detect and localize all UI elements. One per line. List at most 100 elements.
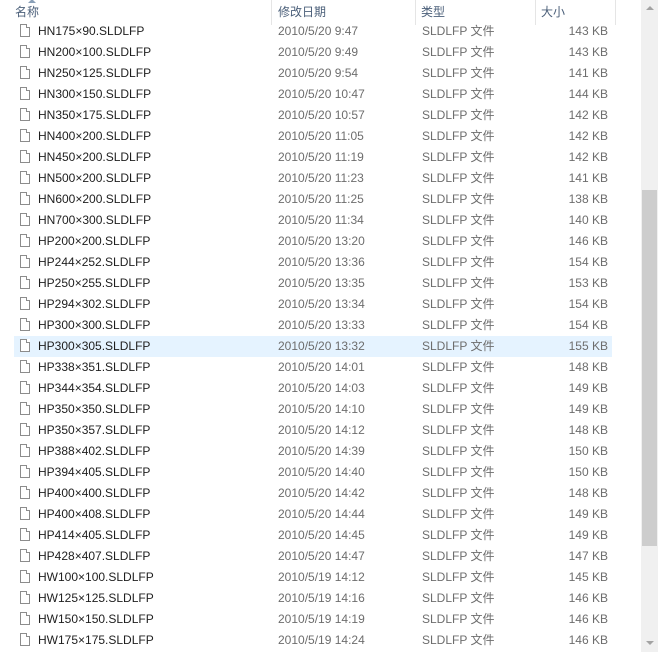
file-size: 154 KB	[568, 318, 608, 332]
file-row[interactable]: HW175×175.SLDLFP 2010/5/19 14:24 SLDLFP 文件…	[14, 630, 612, 651]
file-row[interactable]: HN200×100.SLDLFP 2010/5/20 9:49 SLDLFP 文件 1…	[14, 42, 612, 63]
file-row[interactable]: HP414×405.SLDLFP 2010/5/20 14:45 SLDLFP 文件…	[14, 525, 612, 546]
file-row[interactable]: HN300×150.SLDLFP 2010/5/20 10:47 SLDLFP 文件…	[14, 84, 612, 105]
file-date-modified: 2010/5/19 14:12	[278, 570, 365, 584]
file-name: HP414×405.SLDLFP	[38, 528, 151, 542]
file-row[interactable]: HN250×125.SLDLFP 2010/5/20 9:54 SLDLFP 文件 1…	[14, 63, 612, 84]
file-icon	[20, 45, 30, 58]
file-type: SLDLFP 文件	[422, 528, 495, 542]
file-type: SLDLFP 文件	[422, 45, 495, 59]
file-row[interactable]: HP300×300.SLDLFP 2010/5/20 13:33 SLDLFP 文件…	[14, 315, 612, 336]
file-row[interactable]: HP250×255.SLDLFP 2010/5/20 13:35 SLDLFP 文件…	[14, 273, 612, 294]
file-type: SLDLFP 文件	[422, 507, 495, 521]
scroll-down-arrow-icon[interactable]	[641, 635, 658, 652]
file-type: SLDLFP 文件	[422, 87, 495, 101]
file-icon	[20, 234, 30, 247]
file-row[interactable]: HP200×200.SLDLFP 2010/5/20 13:20 SLDLFP 文件…	[14, 231, 612, 252]
file-icon	[20, 276, 30, 289]
file-size: 145 KB	[568, 570, 608, 584]
file-icon	[20, 591, 30, 604]
file-row[interactable]: HP244×252.SLDLFP 2010/5/20 13:36 SLDLFP 文件…	[14, 252, 612, 273]
file-name: HW125×125.SLDLFP	[38, 591, 154, 605]
file-row[interactable]: HP344×354.SLDLFP 2010/5/20 14:03 SLDLFP 文件…	[14, 378, 612, 399]
file-row[interactable]: HP338×351.SLDLFP 2010/5/20 14:01 SLDLFP 文件…	[14, 357, 612, 378]
file-name: HN350×175.SLDLFP	[38, 108, 152, 122]
file-size: 155 KB	[568, 339, 608, 353]
file-type: SLDLFP 文件	[422, 24, 495, 38]
column-divider[interactable]	[615, 0, 616, 25]
file-row[interactable]: HN350×175.SLDLFP 2010/5/20 10:57 SLDLFP 文件…	[14, 105, 612, 126]
file-icon	[20, 339, 30, 352]
file-row[interactable]: HP350×357.SLDLFP 2010/5/20 14:12 SLDLFP 文件…	[14, 420, 612, 441]
file-size: 142 KB	[568, 108, 608, 122]
file-type: SLDLFP 文件	[422, 633, 495, 647]
vertical-scrollbar[interactable]	[641, 0, 658, 652]
file-row[interactable]: HP300×305.SLDLFP 2010/5/20 13:32 SLDLFP 文件…	[14, 336, 612, 357]
file-date-modified: 2010/5/20 11:25	[278, 192, 364, 206]
file-date-modified: 2010/5/20 11:05	[278, 129, 364, 143]
file-type: SLDLFP 文件	[422, 423, 495, 437]
file-type: SLDLFP 文件	[422, 213, 495, 227]
file-date-modified: 2010/5/20 9:47	[278, 24, 359, 38]
file-type: SLDLFP 文件	[422, 276, 495, 290]
file-icon	[20, 528, 30, 541]
file-size: 146 KB	[568, 612, 608, 626]
file-size: 148 KB	[568, 486, 608, 500]
file-row[interactable]: HN175×90.SLDLFP 2010/5/20 9:47 SLDLFP 文件 14…	[14, 21, 612, 42]
file-type: SLDLFP 文件	[422, 570, 495, 584]
file-row[interactable]: HP400×400.SLDLFP 2010/5/20 14:42 SLDLFP 文件…	[14, 483, 612, 504]
file-name: HP400×400.SLDLFP	[38, 486, 151, 500]
file-type: SLDLFP 文件	[422, 129, 495, 143]
file-icon	[20, 360, 30, 373]
file-name: HW150×150.SLDLFP	[38, 612, 154, 626]
file-type: SLDLFP 文件	[422, 66, 495, 80]
file-row[interactable]: HN450×200.SLDLFP 2010/5/20 11:19 SLDLFP 文件…	[14, 147, 612, 168]
file-size: 146 KB	[568, 633, 608, 647]
file-name: HN250×125.SLDLFP	[38, 66, 152, 80]
file-row[interactable]: HP428×407.SLDLFP 2010/5/20 14:47 SLDLFP 文件…	[14, 546, 612, 567]
file-type: SLDLFP 文件	[422, 297, 495, 311]
file-date-modified: 2010/5/19 14:16	[278, 591, 365, 605]
file-name: HN175×90.SLDLFP	[38, 24, 145, 38]
file-type: SLDLFP 文件	[422, 360, 495, 374]
file-icon	[20, 255, 30, 268]
file-row[interactable]: HP400×408.SLDLFP 2010/5/20 14:44 SLDLFP 文件…	[14, 504, 612, 525]
file-type: SLDLFP 文件	[422, 192, 495, 206]
scrollbar-thumb[interactable]	[642, 190, 657, 546]
file-row[interactable]: HP350×350.SLDLFP 2010/5/20 14:10 SLDLFP 文件…	[14, 399, 612, 420]
file-row[interactable]: HN500×200.SLDLFP 2010/5/20 11:23 SLDLFP 文件…	[14, 168, 612, 189]
file-date-modified: 2010/5/20 13:36	[278, 255, 365, 269]
file-row[interactable]: HW100×100.SLDLFP 2010/5/19 14:12 SLDLFP 文件…	[14, 567, 612, 588]
file-size: 148 KB	[568, 423, 608, 437]
file-size: 146 KB	[568, 591, 608, 605]
file-type: SLDLFP 文件	[422, 465, 495, 479]
file-date-modified: 2010/5/20 14:01	[278, 360, 365, 374]
file-size: 143 KB	[568, 24, 608, 38]
file-row[interactable]: HW125×125.SLDLFP 2010/5/19 14:16 SLDLFP 文件…	[14, 588, 612, 609]
file-type: SLDLFP 文件	[422, 318, 495, 332]
file-size: 146 KB	[568, 234, 608, 248]
file-row[interactable]: HN700×300.SLDLFP 2010/5/20 11:34 SLDLFP 文件…	[14, 210, 612, 231]
file-type: SLDLFP 文件	[422, 549, 495, 563]
file-date-modified: 2010/5/20 9:54	[278, 66, 359, 80]
file-date-modified: 2010/5/20 13:34	[278, 297, 365, 311]
file-type: SLDLFP 文件	[422, 381, 495, 395]
file-row[interactable]: HP394×405.SLDLFP 2010/5/20 14:40 SLDLFP 文件…	[14, 462, 612, 483]
scroll-up-arrow-icon[interactable]	[641, 0, 658, 17]
file-date-modified: 2010/5/20 14:10	[278, 402, 365, 416]
file-date-modified: 2010/5/19 14:24	[278, 633, 365, 647]
file-row[interactable]: HN600×200.SLDLFP 2010/5/20 11:25 SLDLFP 文件…	[14, 189, 612, 210]
file-date-modified: 2010/5/20 14:44	[278, 507, 365, 521]
file-size: 149 KB	[568, 528, 608, 542]
file-row[interactable]: HN400×200.SLDLFP 2010/5/20 11:05 SLDLFP 文件…	[14, 126, 612, 147]
file-row[interactable]: HP294×302.SLDLFP 2010/5/20 13:34 SLDLFP 文件…	[14, 294, 612, 315]
file-icon	[20, 213, 30, 226]
file-size: 142 KB	[568, 129, 608, 143]
file-row[interactable]: HP388×402.SLDLFP 2010/5/20 14:39 SLDLFP 文件…	[14, 441, 612, 462]
file-icon	[20, 444, 30, 457]
file-name: HN300×150.SLDLFP	[38, 87, 152, 101]
file-size: 143 KB	[568, 45, 608, 59]
file-row[interactable]: HW150×150.SLDLFP 2010/5/19 14:19 SLDLFP 文件…	[14, 609, 612, 630]
file-icon	[20, 549, 30, 562]
file-type: SLDLFP 文件	[422, 591, 495, 605]
